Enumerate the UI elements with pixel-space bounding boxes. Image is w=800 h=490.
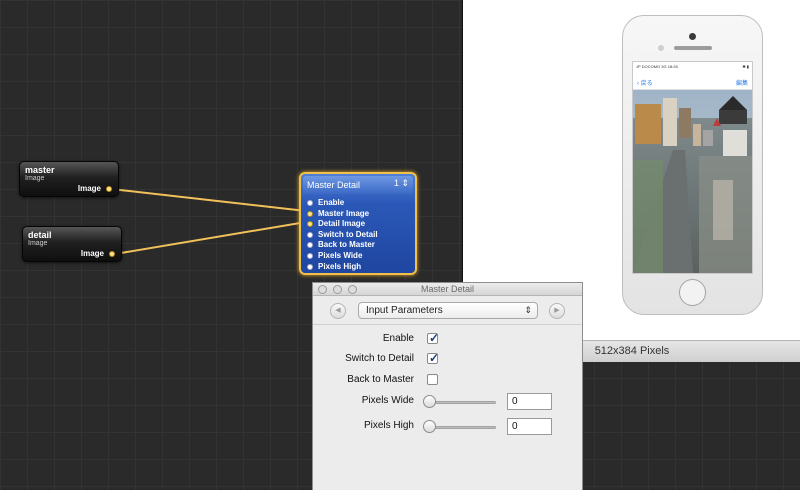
input-port-switch-to-detail[interactable]: Switch to Detail <box>307 230 378 241</box>
input-port-label: Switch to Detail <box>318 229 378 239</box>
checkmark-icon: ✓ <box>429 331 440 345</box>
input-port-enable[interactable]: Enable <box>307 198 378 209</box>
patch-subtitle: Image <box>28 240 48 247</box>
input-port-dot[interactable] <box>307 210 313 217</box>
patch-badge: 1 ⇕ <box>393 178 409 188</box>
window-minimize-icon[interactable] <box>333 285 342 294</box>
input-port-detail-image[interactable]: Detail Image <box>307 219 378 230</box>
patch-master-detail[interactable]: Master Detail 1 ⇕ Enable Master Image De… <box>299 172 417 275</box>
inspector-title: Master Detail <box>420 284 474 294</box>
param-row-pixels-wide: Pixels Wide 0 <box>313 392 582 412</box>
popup-value: Input Parameters <box>366 305 443 316</box>
checkmark-icon: ✓ <box>429 351 440 365</box>
window-zoom-icon[interactable] <box>348 285 357 294</box>
home-button-icon <box>679 279 706 306</box>
output-port-label: Image <box>80 249 104 258</box>
param-row-back-to-master: Back to Master <box>313 371 582 391</box>
next-button[interactable]: ▶ <box>549 303 565 319</box>
param-row-switch-to-detail: Switch to Detail ✓ <box>313 350 582 370</box>
patch-title: detail <box>28 230 52 240</box>
input-port-label: Pixels Wide <box>318 250 363 260</box>
app-root: master Image Image detail Image Image Ma… <box>0 0 800 490</box>
inspector-panel: Master Detail ◀ Input Parameters ⇕ ▶ Ena… <box>312 282 583 490</box>
iphone-mockup: JP DOCOMO 3G 18:28 ✱ ▮ ‹ 戻る 編集 <box>622 15 763 315</box>
pixels-high-field[interactable]: 0 <box>507 418 552 435</box>
patch-subtitle: Image <box>25 175 45 182</box>
input-port-dot[interactable] <box>307 200 313 206</box>
input-port-label: Enable <box>318 198 345 207</box>
inspector-mode-popup[interactable]: Input Parameters ⇕ <box>358 302 538 319</box>
input-port-list: Enable Master Image Detail Image Switch … <box>307 198 378 272</box>
input-port-master-image[interactable]: Master Image <box>307 209 378 220</box>
ios-carrier-text: JP DOCOMO 3G 18:28 <box>636 64 678 69</box>
input-port-label: Pixels High <box>318 261 362 271</box>
switch-to-detail-checkbox[interactable]: ✓ <box>427 351 440 365</box>
param-row-pixels-high: Pixels High 0 <box>313 417 582 437</box>
param-label: Pixels High <box>363 420 414 431</box>
patch-title: Master Detail <box>307 180 361 190</box>
input-port-pixels-high[interactable]: Pixels High <box>307 262 378 273</box>
pixels-wide-slider-knob[interactable] <box>423 395 436 408</box>
forward-arrow-icon: ▶ <box>554 307 560 314</box>
input-port-back-to-master[interactable]: Back to Master <box>307 240 378 251</box>
inspector-toolbar: ◀ Input Parameters ⇕ ▶ <box>313 297 582 325</box>
param-label: Enable <box>382 333 414 344</box>
pixels-wide-slider-track[interactable] <box>426 401 496 404</box>
input-port-dot[interactable] <box>307 263 313 270</box>
patch-master[interactable]: master Image Image <box>19 161 119 197</box>
input-port-label: Master Image <box>318 208 370 218</box>
pixels-wide-field[interactable]: 0 <box>507 393 552 410</box>
ios-status-bar: JP DOCOMO 3G 18:28 ✱ ▮ <box>633 62 752 72</box>
output-port[interactable] <box>106 186 112 192</box>
back-to-master-checkbox[interactable] <box>427 374 438 385</box>
pixels-high-slider-knob[interactable] <box>423 420 436 433</box>
window-close-icon[interactable] <box>318 285 327 294</box>
ios-edit-button: 編集 <box>735 81 748 87</box>
popup-arrows-icon: ⇕ <box>524 305 532 315</box>
input-port-dot[interactable] <box>307 221 313 228</box>
input-port-pixels-wide[interactable]: Pixels Wide <box>307 251 378 262</box>
output-port[interactable] <box>109 251 115 257</box>
input-port-label: Back to Master <box>318 240 375 250</box>
iphone-screen: JP DOCOMO 3G 18:28 ✱ ▮ ‹ 戻る 編集 <box>632 61 753 274</box>
patch-title: master <box>25 165 55 175</box>
param-label: Switch to Detail <box>345 353 414 364</box>
previous-button[interactable]: ◀ <box>330 303 346 319</box>
wire-master-to-master-image[interactable] <box>110 188 307 212</box>
param-label: Pixels Wide <box>361 395 414 406</box>
ios-status-right: ✱ ▮ <box>742 64 749 69</box>
ios-back-button: ‹ 戻る <box>637 81 653 87</box>
pixels-high-slider-track[interactable] <box>426 426 496 429</box>
camera-icon <box>689 33 696 40</box>
input-port-dot[interactable] <box>307 231 313 238</box>
enable-checkbox[interactable]: ✓ <box>427 331 440 345</box>
back-arrow-icon: ◀ <box>335 307 341 314</box>
input-port-dot[interactable] <box>307 252 313 259</box>
output-port-label: Image <box>77 184 101 193</box>
param-row-enable: Enable ✓ <box>313 330 582 350</box>
patch-detail[interactable]: detail Image Image <box>22 226 122 262</box>
input-port-label: Detail Image <box>318 219 366 229</box>
input-port-dot[interactable] <box>307 242 313 249</box>
wire-detail-to-detail-image[interactable] <box>114 221 307 255</box>
speaker-grille <box>674 46 712 50</box>
ios-nav-bar: ‹ 戻る 編集 <box>633 72 752 90</box>
sensor-icon <box>658 45 664 51</box>
city-photo <box>633 90 752 273</box>
param-label: Back to Master <box>347 374 414 385</box>
